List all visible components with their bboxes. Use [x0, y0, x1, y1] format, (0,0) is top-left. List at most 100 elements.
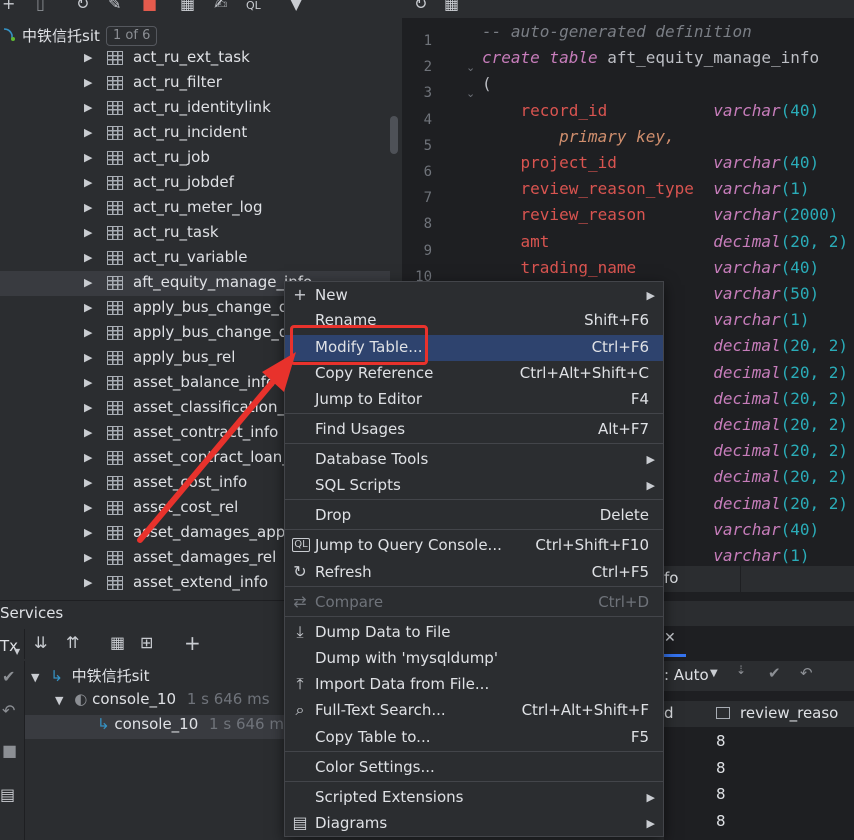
tree-item-table[interactable]: ▶ act_ru_identitylink	[0, 96, 390, 121]
menu-item-label: Dump Data to File	[315, 623, 451, 641]
line-number: 6	[423, 164, 432, 180]
close-icon[interactable]: ✕	[664, 630, 676, 646]
tree-item-table[interactable]: ▶ act_ru_job	[0, 146, 390, 171]
expand-arrow-icon[interactable]: ▶	[84, 576, 92, 589]
expand-arrow-icon[interactable]: ▶	[84, 401, 92, 414]
tx-mode-select[interactable]: : Auto	[664, 666, 709, 684]
table-view-icon[interactable]: ▦	[180, 0, 195, 12]
stop-icon[interactable]: ■	[142, 0, 157, 12]
group-icon[interactable]: ▦	[110, 635, 125, 651]
menu-item-scripted-extensions[interactable]: Scripted Extensions ▶	[285, 785, 663, 811]
explorer-toolbar: + ▯ ↻ ✎ ■ ▦ ✍ QL ▼	[0, 0, 402, 16]
stop-icon[interactable]: ■	[2, 743, 17, 759]
expand-arrow-icon[interactable]: ▶	[84, 226, 92, 239]
collapse-all-icon[interactable]: ⇈	[66, 635, 79, 651]
console-parent-time: 1 s 646 ms	[186, 690, 270, 708]
expand-arrow-icon[interactable]: ▶	[84, 101, 92, 114]
tree-item-table[interactable]: ▶ act_ru_meter_log	[0, 196, 390, 221]
refresh-icon[interactable]: ↻	[76, 0, 89, 12]
copy-icon[interactable]: ▯	[36, 0, 45, 12]
expand-arrow-icon[interactable]: ▶	[84, 551, 92, 564]
menu-item-full-text-search[interactable]: ⌕ Full-Text Search... Ctrl+Alt+Shift+F	[285, 698, 663, 724]
commit-icon[interactable]: ✔	[2, 669, 15, 685]
fold-icon[interactable]: ⌄	[466, 61, 475, 74]
tree-item-table[interactable]: ▶ act_ru_jobdef	[0, 171, 390, 196]
editor-tab-label[interactable]: fo	[664, 569, 678, 587]
expand-arrow-icon[interactable]: ▶	[84, 176, 92, 189]
new-service-icon[interactable]: ⊞	[140, 635, 153, 651]
tree-item-table[interactable]: ▶ act_ru_task	[0, 221, 390, 246]
refresh-icon[interactable]: ↻	[414, 0, 427, 12]
result-cell[interactable]: 8	[716, 785, 726, 803]
db-commit-icon[interactable]: ⇣	[736, 663, 746, 677]
menu-item-dump-with-mysqldump[interactable]: Dump with 'mysqldump'	[285, 646, 663, 672]
menu-item-sql-scripts[interactable]: SQL Scripts ▶	[285, 473, 663, 499]
wrench-icon[interactable]: ✎	[108, 0, 121, 12]
tree-scrollbar[interactable]	[390, 116, 398, 154]
tree-item-table[interactable]: ▶ act_ru_filter	[0, 71, 390, 96]
expand-arrow-icon[interactable]: ▶	[84, 376, 92, 389]
expand-arrow-icon[interactable]: ▶	[84, 301, 92, 314]
result-cell[interactable]: 8	[716, 812, 726, 830]
menu-item-copy-table-to[interactable]: Copy Table to... F5	[285, 725, 663, 751]
services-root-row[interactable]: ▼ ↳ 中铁信托sit	[31, 665, 149, 689]
datasource-icon: ↳	[50, 667, 63, 685]
code-token: aft_equity_manage_info	[607, 48, 820, 68]
rollback-icon[interactable]: ↶	[2, 703, 15, 719]
menu-item-refresh[interactable]: ↻ Refresh Ctrl+F5	[285, 560, 663, 586]
menu-item-jump-to-editor[interactable]: Jump to Editor F4	[285, 387, 663, 413]
expand-all-icon[interactable]: ⇊	[34, 635, 47, 651]
menu-item-database-tools[interactable]: Database Tools ▶	[285, 447, 663, 473]
undo-icon[interactable]: ↶	[800, 664, 813, 682]
menu-item-new[interactable]: + New ▶	[285, 283, 663, 309]
diagram-icon: ▤	[292, 813, 308, 832]
expand-arrow-icon[interactable]: ▶	[84, 451, 92, 464]
menu-item-jump-to-query-console[interactable]: QL Jump to Query Console... Ctrl+Shift+F10	[285, 533, 663, 559]
expand-arrow-icon[interactable]: ▶	[84, 151, 92, 164]
expand-arrow-icon[interactable]: ▶	[84, 251, 92, 264]
table-view-icon[interactable]: ▦	[444, 0, 459, 12]
check-icon[interactable]: ✔	[768, 664, 781, 682]
expand-arrow-icon[interactable]: ▶	[84, 201, 92, 214]
layout-icon[interactable]: ▤	[0, 787, 15, 803]
menu-item-compare[interactable]: ⇄ Compare Ctrl+D	[285, 590, 663, 616]
column-header-left[interactable]: d	[664, 704, 674, 722]
expand-arrow-icon[interactable]: ▶	[84, 276, 92, 289]
fold-icon[interactable]: ⌄	[466, 87, 475, 100]
line-number: 9	[423, 242, 432, 259]
expand-arrow-icon[interactable]: ▶	[84, 351, 92, 364]
tree-item-table[interactable]: ▶ act_ru_variable	[0, 246, 390, 271]
edit-icon[interactable]: ✍	[214, 0, 227, 12]
add-icon[interactable]: +	[2, 0, 15, 12]
expand-arrow-icon[interactable]: ▶	[84, 51, 92, 64]
menu-item-find-usages[interactable]: Find Usages Alt+F7	[285, 417, 663, 443]
tree-item-table[interactable]: ▶ act_ru_incident	[0, 121, 390, 146]
menu-item-diagrams[interactable]: ▤ Diagrams ▶	[285, 811, 663, 837]
tree-root-datasource[interactable]: 中铁信托sit 1 of 6	[0, 24, 402, 46]
expand-arrow-icon[interactable]: ▶	[84, 76, 92, 89]
console-child-row[interactable]: ↳ console_10 1 s 646 ms	[25, 715, 292, 739]
column-header-review-reason[interactable]: review_reaso	[740, 704, 838, 722]
expand-arrow-icon[interactable]: ▶	[84, 526, 92, 539]
menu-item-import-data-from-file[interactable]: ⤒ Import Data from File...	[285, 672, 663, 698]
menu-item-drop[interactable]: Drop Delete	[285, 503, 663, 529]
filter-icon[interactable]: ▼	[290, 0, 302, 12]
add-icon[interactable]: +	[184, 633, 201, 653]
expand-arrow-icon[interactable]: ▶	[84, 426, 92, 439]
result-cell[interactable]: 8	[716, 759, 726, 777]
menu-item-color-settings[interactable]: Color Settings...	[285, 755, 663, 781]
result-cell[interactable]: 8	[716, 732, 726, 750]
schema-count-badge[interactable]: 1 of 6	[106, 26, 158, 46]
expand-arrow-icon[interactable]: ▶	[84, 326, 92, 339]
console-parent-row[interactable]: ▼ ◐ console_10 1 s 646 ms	[55, 690, 270, 714]
table-icon	[107, 351, 123, 365]
query-console-icon[interactable]: QL	[246, 0, 261, 14]
tree-item-table[interactable]: ▶ act_ru_ext_task	[0, 46, 390, 71]
upload-icon: ⤒	[296, 674, 304, 693]
expand-arrow-icon[interactable]: ▶	[84, 126, 92, 139]
menu-item-dump-data-to-file[interactable]: ⤓ Dump Data to File	[285, 620, 663, 646]
expand-arrow-icon[interactable]: ▶	[84, 476, 92, 489]
code-token: varchar	[713, 153, 781, 172]
services-title: Services	[0, 604, 64, 622]
expand-arrow-icon[interactable]: ▶	[84, 501, 92, 514]
